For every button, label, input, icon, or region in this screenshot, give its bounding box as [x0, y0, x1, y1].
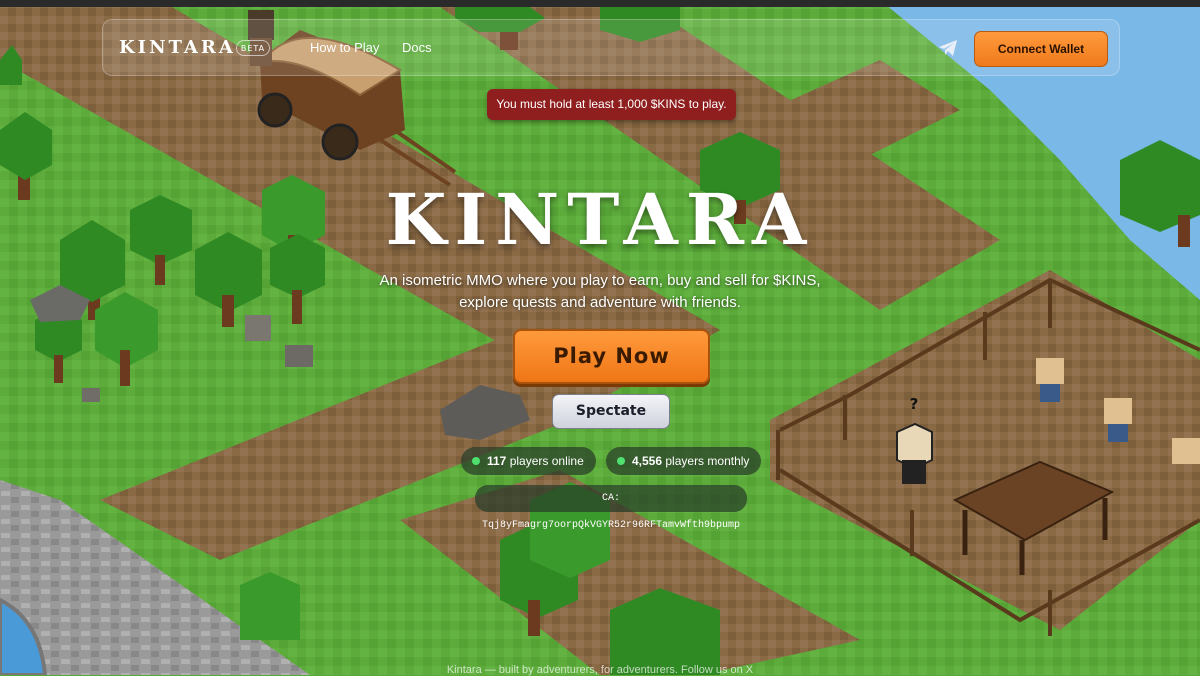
nav-link-docs[interactable]: Docs [402, 40, 432, 55]
brand-logo[interactable]: KINTARA [119, 37, 236, 58]
players-monthly-label: players monthly [665, 454, 750, 468]
top-navbar: KINTARA BETA How to Play Docs Connect Wa… [102, 19, 1120, 76]
nav-link-how-to-play[interactable]: How to Play [310, 40, 379, 55]
hero-tagline: An isometric MMO where you play to earn,… [0, 270, 1200, 314]
beta-badge: BETA [236, 40, 270, 56]
footer-text: Kintara — built by adventurers, for adve… [446, 664, 754, 676]
players-online-label: players online [509, 454, 584, 468]
hero-title: KINTARA [385, 178, 815, 261]
monthly-status-dot-icon [617, 457, 625, 465]
players-monthly-badge: 4,556 players monthly [606, 447, 761, 475]
connect-wallet-button[interactable]: Connect Wallet [974, 31, 1108, 67]
tagline-line-1: An isometric MMO where you play to earn,… [379, 272, 821, 289]
contract-address[interactable]: CA: Tqj8yFmagrg7oorpQkVGYR52r96RFTamvWft… [475, 485, 747, 531]
npc-question-marker: ? [910, 395, 919, 413]
online-status-dot-icon [472, 457, 480, 465]
players-online-count: 117 [487, 454, 510, 468]
hold-requirement-alert: You must hold at least 1,000 $KINS to pl… [487, 89, 736, 120]
browser-top-bar [0, 0, 1200, 7]
players-online-badge: 117 players online [461, 447, 596, 475]
tagline-line-2: explore quests and adventure with friend… [459, 294, 741, 311]
players-monthly-count: 4,556 [632, 454, 666, 468]
play-now-button[interactable]: Play Now [513, 329, 710, 384]
spectate-button[interactable]: Spectate [552, 394, 670, 429]
telegram-icon[interactable] [939, 40, 957, 56]
